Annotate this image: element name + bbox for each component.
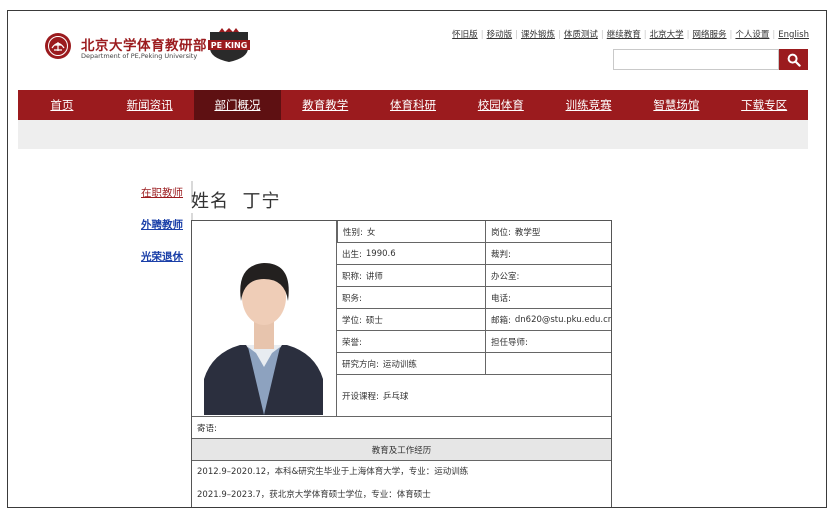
top-link[interactable]: 体质测试 (564, 30, 598, 40)
honor-cell: 荣誉: (337, 331, 485, 353)
search-input[interactable] (613, 49, 779, 70)
advisor-cell: 担任导师: (485, 331, 611, 353)
title-cell: 职称: 讲师 (337, 265, 485, 287)
site-title[interactable]: 北京大学体育教研部 (81, 34, 207, 54)
profile-photo (192, 221, 337, 417)
top-link[interactable]: 课外锻炼 (521, 30, 555, 40)
top-link[interactable]: 个人设置 (735, 30, 769, 40)
pku-emblem-icon (45, 33, 71, 59)
top-link-separator: | (600, 30, 604, 40)
duty-cell: 职务: (337, 287, 485, 309)
top-link[interactable]: 移动版 (487, 30, 513, 40)
nav-item[interactable]: 下载专区 (720, 90, 808, 120)
top-link[interactable]: 继续教育 (607, 30, 641, 40)
side-nav-item[interactable]: 在职教师 (125, 181, 193, 203)
search-icon (787, 53, 801, 67)
site-subtitle: Department of PE,Peking University (81, 52, 198, 60)
profile-table: 性别: 女 岗位: 教学型 出生: 1990.6 裁判: 职称: 讲师 办公室: 职务:… (191, 220, 612, 507)
nav-item[interactable]: 训练竞赛 (545, 90, 633, 120)
top-link-separator: | (557, 30, 561, 40)
nav-item[interactable]: 校园体育 (457, 90, 545, 120)
top-link-separator: | (686, 30, 690, 40)
research-cell: 研究方向: 运动训练 (337, 353, 485, 375)
page-frame: 北京大学体育教研部 Department of PE,Peking Univer… (7, 10, 827, 508)
top-links: 怀旧版 | 移动版 | 课外锻炼 | 体质测试 | 继续教育 | 北京大学 | 网络服务 | 个人设置 | En… (452, 28, 809, 40)
top-link[interactable]: 怀旧版 (452, 30, 478, 40)
main-nav: 首页 新闻资讯 部门概况 教育教学 体育科研 校园体育 训练竞赛 智慧场馆 下载专区 (18, 90, 808, 120)
name-label: 姓名 (191, 191, 229, 212)
side-nav-item[interactable]: 外聘教师 (125, 213, 193, 235)
experience-list: 2012.9–2020.12，本科&研究生毕业于上海体育大学，专业：运动训练 2… (192, 461, 611, 507)
top-link[interactable]: 北京大学 (650, 30, 684, 40)
post-cell: 岗位: 教学型 (485, 221, 611, 243)
referee-cell: 裁判: (485, 243, 611, 265)
top-link-separator: | (480, 30, 484, 40)
email-cell: 邮箱: dn620@stu.pku.edu.cn (485, 309, 611, 331)
blank-cell (485, 353, 611, 375)
phone-cell: 电话: (485, 287, 611, 309)
nav-item[interactable]: 智慧场馆 (632, 90, 720, 120)
top-link[interactable]: English (778, 30, 809, 40)
experience-item: 2021.9–2023.7，获北京大学体育硕士学位，专业：体育硕士 (197, 490, 431, 500)
top-link-separator: | (772, 30, 776, 40)
side-nav-item[interactable]: 光荣退休 (125, 245, 193, 267)
gender-cell: 性别: 女 (337, 221, 485, 243)
sub-bar (18, 120, 808, 149)
experience-header: 教育及工作经历 (192, 439, 611, 461)
side-nav: 在职教师外聘教师光荣退休 (125, 181, 193, 277)
top-link-separator: | (515, 30, 518, 40)
nav-item[interactable]: 首页 (18, 90, 106, 120)
pe-king-logo: PE KING (208, 28, 250, 62)
portrait-image (204, 263, 323, 415)
birth-cell: 出生: 1990.6 (337, 243, 485, 265)
experience-item: 2012.9–2020.12，本科&研究生毕业于上海体育大学，专业：运动训练 (197, 467, 469, 477)
courses-cell: 开设课程: 乒乓球 (337, 375, 611, 417)
top-link-separator: | (643, 30, 647, 40)
nav-item[interactable]: 教育教学 (281, 90, 369, 120)
logo-text: PE KING (211, 41, 248, 50)
office-cell: 办公室: (485, 265, 611, 287)
top-link-separator: | (729, 30, 733, 40)
message-row: 寄语: (192, 417, 611, 439)
profile-name-heading: 姓名 丁宁 (191, 187, 280, 213)
nav-item[interactable]: 部门概况 (193, 90, 282, 120)
nav-item[interactable]: 新闻资讯 (106, 90, 194, 120)
nav-item[interactable]: 体育科研 (369, 90, 457, 120)
name-value: 丁宁 (242, 191, 281, 212)
search-button[interactable] (779, 49, 808, 70)
top-link[interactable]: 网络服务 (693, 30, 727, 40)
degree-cell: 学位: 硕士 (337, 309, 485, 331)
